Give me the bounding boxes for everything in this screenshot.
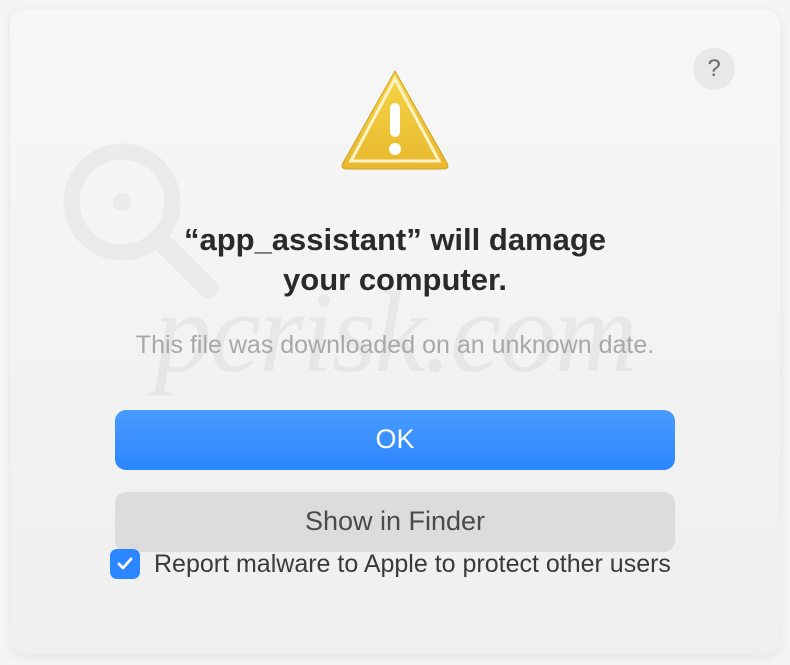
title-line-2: your computer. — [283, 262, 507, 297]
security-alert-dialog: pcrisk.com ? “app_assistant” will damage — [10, 10, 780, 655]
title-line-1: “app_assistant” will damage — [184, 222, 606, 257]
ok-button[interactable]: OK — [115, 410, 675, 470]
warning-icon — [335, 65, 455, 180]
report-malware-label: Report malware to Apple to protect other… — [154, 550, 671, 579]
button-group: OK Show in Finder — [115, 410, 675, 552]
report-malware-row: Report malware to Apple to protect other… — [110, 549, 671, 579]
alert-title: “app_assistant” will damage your compute… — [184, 220, 606, 301]
checkmark-icon — [115, 554, 135, 574]
help-button[interactable]: ? — [693, 48, 735, 90]
show-in-finder-button[interactable]: Show in Finder — [115, 492, 675, 552]
report-malware-checkbox[interactable] — [110, 549, 140, 579]
alert-subtitle: This file was downloaded on an unknown d… — [136, 331, 654, 360]
dialog-content: “app_assistant” will damage your compute… — [60, 50, 730, 615]
help-icon: ? — [707, 55, 720, 83]
